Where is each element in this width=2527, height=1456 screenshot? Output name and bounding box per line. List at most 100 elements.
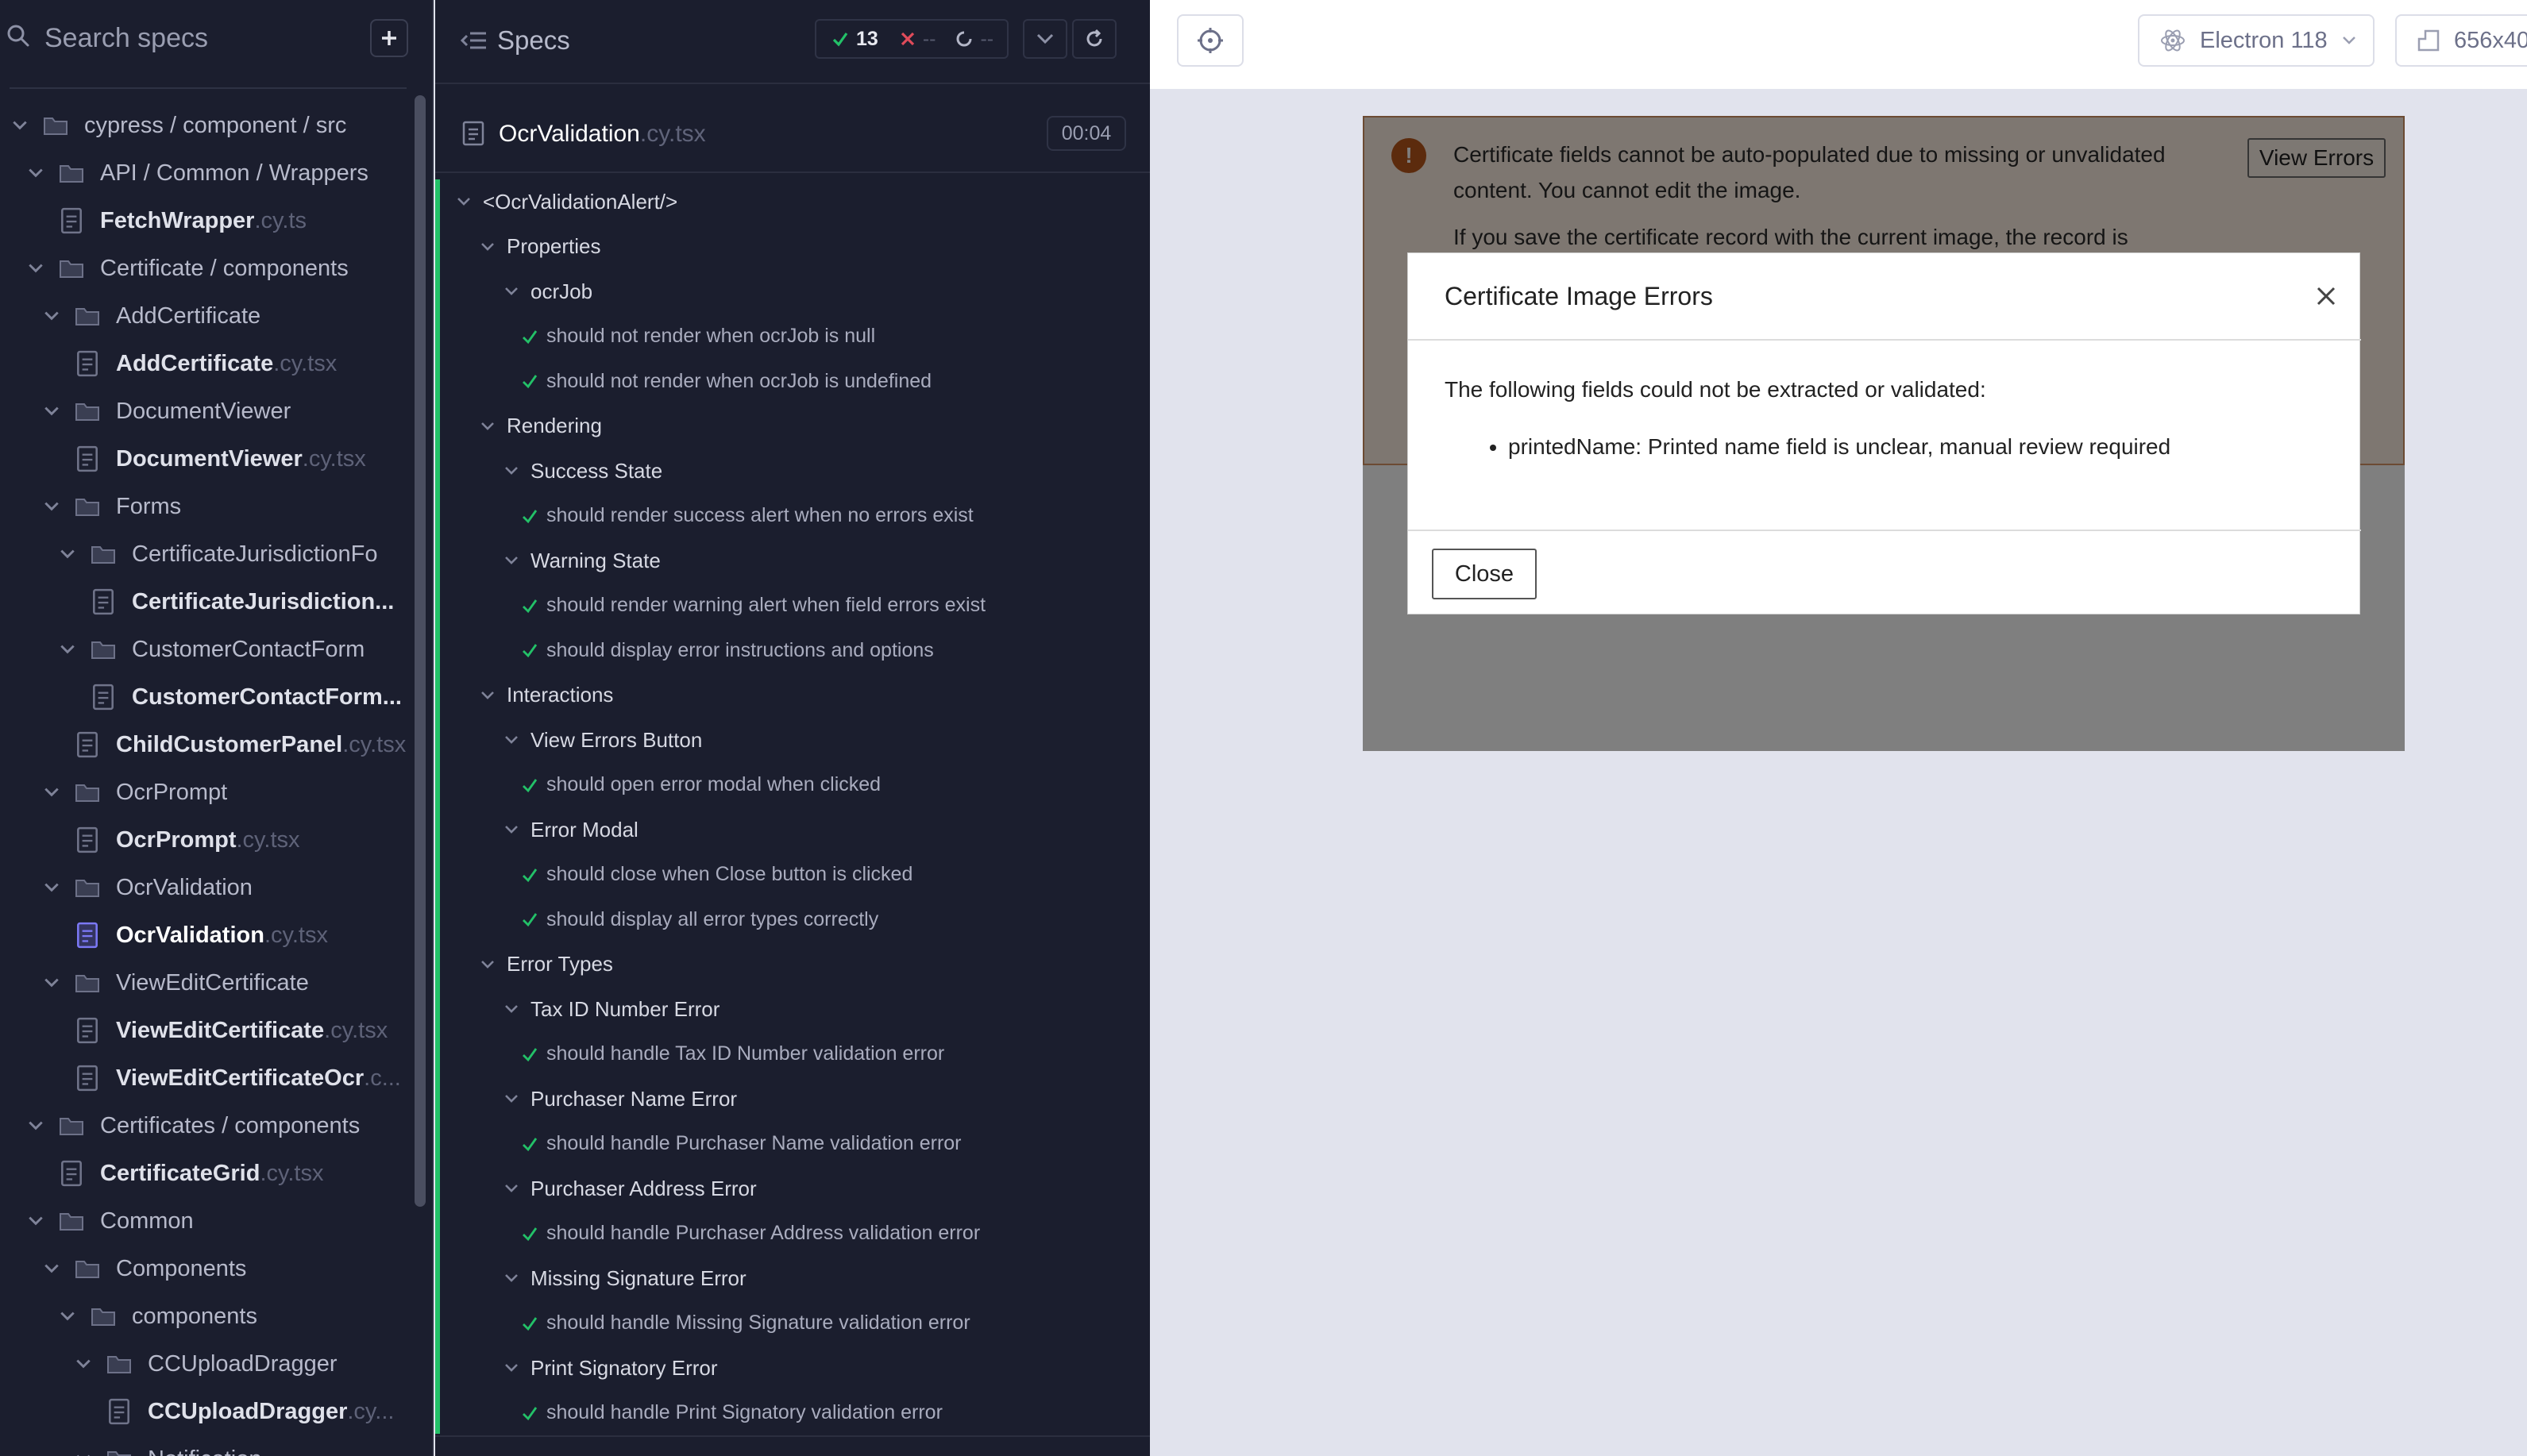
folder-item[interactable]: CertificateJurisdictionFo — [59, 530, 413, 578]
chevron-down-icon[interactable] — [503, 1091, 519, 1107]
chevron-down-icon[interactable] — [43, 974, 60, 992]
folder-item[interactable]: CustomerContactForm — [59, 626, 413, 673]
folder-item[interactable]: OcrPrompt — [43, 768, 413, 816]
folder-item[interactable]: Certificate / components — [27, 245, 413, 292]
chevron-down-icon[interactable] — [503, 732, 519, 748]
folder-item[interactable]: components — [59, 1292, 413, 1340]
spec-file-item[interactable]: CertificateGrid.cy.tsx — [59, 1150, 413, 1197]
folder-item[interactable]: Notification — [75, 1435, 413, 1456]
suite-item[interactable]: ocrJob — [503, 269, 592, 314]
suite-item[interactable]: Tax ID Number Error — [503, 987, 720, 1031]
test-item[interactable]: should handle Print Signatory validation… — [521, 1391, 943, 1435]
spec-file-item[interactable]: OcrPrompt.cy.tsx — [75, 816, 413, 864]
test-item[interactable]: should handle Purchaser Address validati… — [521, 1211, 980, 1256]
collapse-specs-icon[interactable] — [461, 29, 488, 52]
chevron-down-icon[interactable] — [43, 1260, 60, 1277]
spec-file-item[interactable]: CertificateJurisdiction... — [91, 578, 413, 626]
chevron-down-icon[interactable] — [503, 1360, 519, 1376]
spec-file-item[interactable]: CCUploadDragger.cy... — [106, 1388, 413, 1435]
chevron-down-icon[interactable] — [503, 1181, 519, 1196]
chevron-down-icon[interactable] — [503, 822, 519, 838]
modal-close-button[interactable] — [2310, 280, 2342, 312]
folder-item[interactable]: ViewEditCertificate — [43, 959, 413, 1007]
spec-file-item[interactable]: ViewEditCertificate.cy.tsx — [75, 1007, 413, 1054]
spec-file-item[interactable]: ViewEditCertificateOcr.c... — [75, 1054, 413, 1102]
chevron-down-icon[interactable] — [43, 498, 60, 515]
collapse-all-button[interactable] — [1023, 19, 1067, 59]
browser-selector[interactable]: Electron 118 — [2138, 14, 2375, 67]
test-item[interactable]: should handle Missing Signature validati… — [521, 1301, 970, 1346]
chevron-down-icon[interactable] — [43, 879, 60, 896]
suite-item[interactable]: Purchaser Address Error — [503, 1166, 757, 1211]
folder-item[interactable]: Certificates / components — [27, 1102, 413, 1150]
test-item[interactable]: should not render when ocrJob is null — [521, 314, 875, 359]
test-item[interactable]: should not render when ocrJob is undefin… — [521, 359, 932, 403]
suite-item[interactable]: View Errors Button — [503, 718, 702, 762]
folder-item[interactable]: Components — [43, 1245, 413, 1292]
chevron-down-icon[interactable] — [27, 1117, 44, 1134]
folder-item[interactable]: DocumentViewer — [43, 387, 413, 435]
chevron-down-icon[interactable] — [503, 283, 519, 299]
suite-item[interactable]: Interactions — [480, 673, 613, 718]
spec-file-item[interactable]: CustomerContactForm... — [91, 673, 413, 721]
suite-item[interactable]: Warning State — [503, 538, 661, 583]
suite-item[interactable]: Print Signatory Error — [503, 1346, 718, 1390]
spec-file-item[interactable]: DocumentViewer.cy.tsx — [75, 435, 413, 483]
sidebar-scrollbar[interactable] — [415, 95, 426, 1207]
test-item[interactable]: should render warning alert when field e… — [521, 584, 986, 628]
viewport-size-button[interactable]: 656x40 — [2395, 14, 2527, 67]
test-item[interactable]: should render success alert when no erro… — [521, 494, 974, 538]
new-spec-button[interactable] — [370, 19, 408, 57]
chevron-down-icon[interactable] — [503, 553, 519, 568]
chevron-down-icon[interactable] — [480, 418, 496, 434]
suite-item[interactable]: Error Types — [480, 942, 613, 987]
test-item[interactable]: should display all error types correctly — [521, 897, 878, 942]
chevron-down-icon[interactable] — [503, 1270, 519, 1286]
rerun-button[interactable] — [1072, 19, 1117, 59]
suite-item[interactable]: Success State — [503, 449, 662, 493]
chevron-down-icon[interactable] — [480, 688, 496, 703]
suite-item[interactable]: Properties — [480, 225, 601, 269]
test-item[interactable]: should handle Purchaser Name validation … — [521, 1122, 962, 1166]
close-button[interactable]: Close — [1432, 549, 1537, 599]
folder-item[interactable]: Forms — [43, 483, 413, 530]
chevron-down-icon[interactable] — [480, 957, 496, 973]
folder-item[interactable]: OcrValidation — [43, 864, 413, 911]
folder-item[interactable]: AddCertificate — [43, 292, 413, 340]
folder-item[interactable]: CCUploadDragger — [75, 1340, 413, 1388]
spec-file-item[interactable]: OcrValidation.cy.tsx — [75, 911, 413, 959]
chevron-down-icon[interactable] — [43, 784, 60, 801]
suite-item[interactable]: Rendering — [480, 404, 602, 449]
chevron-down-icon[interactable] — [59, 1308, 76, 1325]
suite-item[interactable]: <OcrValidationAlert/> — [456, 179, 677, 224]
spec-file-item[interactable]: ChildCustomerPanel.cy.tsx — [75, 721, 413, 768]
chevron-down-icon[interactable] — [27, 164, 44, 182]
folder-item[interactable]: Common — [27, 1197, 413, 1245]
chevron-down-icon[interactable] — [43, 307, 60, 325]
chevron-down-icon[interactable] — [503, 463, 519, 479]
suite-item[interactable]: Error Modal — [503, 807, 639, 852]
chevron-down-icon[interactable] — [27, 1212, 44, 1230]
spec-file-item[interactable]: FetchWrapper.cy.ts — [59, 197, 413, 245]
test-item[interactable]: should display error instructions and op… — [521, 628, 934, 672]
chevron-down-icon[interactable] — [503, 1001, 519, 1017]
selector-playground-button[interactable] — [1177, 14, 1244, 67]
test-item[interactable]: should open error modal when clicked — [521, 763, 881, 807]
test-item[interactable]: should handle Tax ID Number validation e… — [521, 1032, 944, 1077]
spec-search-input[interactable] — [44, 21, 362, 56]
suite-item[interactable]: Purchaser Name Error — [503, 1077, 737, 1121]
chevron-down-icon[interactable] — [59, 545, 76, 563]
folder-item[interactable]: API / Common / Wrappers — [27, 149, 413, 197]
chevron-down-icon[interactable] — [27, 260, 44, 277]
chevron-down-icon[interactable] — [75, 1450, 92, 1456]
test-item[interactable]: should close when Close button is clicke… — [521, 853, 912, 897]
chevron-down-icon[interactable] — [480, 239, 496, 255]
chevron-down-icon[interactable] — [75, 1355, 92, 1373]
spec-file-item[interactable]: AddCertificate.cy.tsx — [75, 340, 413, 387]
chevron-down-icon[interactable] — [11, 117, 29, 134]
chevron-down-icon[interactable] — [59, 641, 76, 658]
folder-item[interactable]: cypress / component / src — [11, 102, 413, 149]
chevron-down-icon[interactable] — [456, 194, 472, 210]
suite-item[interactable]: Missing Signature Error — [503, 1256, 747, 1300]
chevron-down-icon[interactable] — [43, 403, 60, 420]
